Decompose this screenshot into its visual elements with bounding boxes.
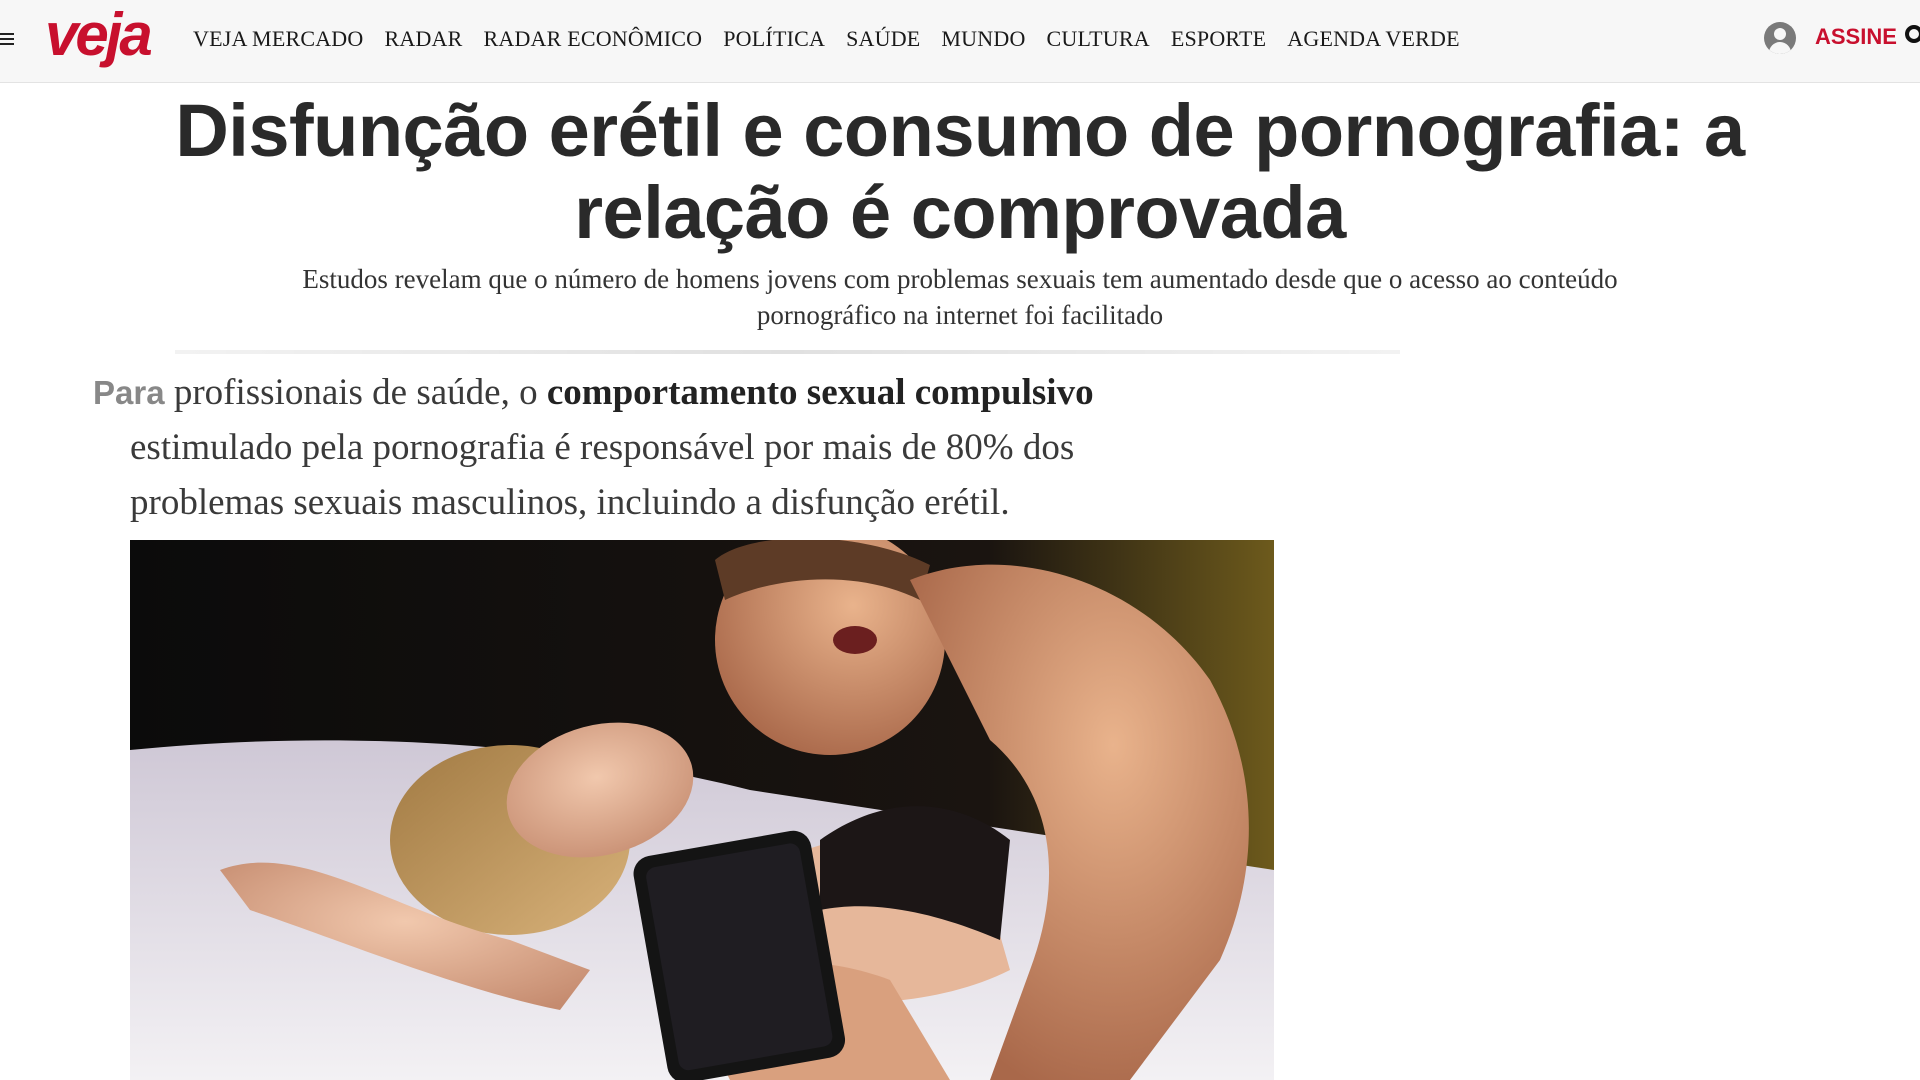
search-icon[interactable] [1905, 25, 1920, 43]
nav-item-agenda-verde[interactable]: AGENDA VERDE [1287, 26, 1460, 52]
paragraph-lead-word: Para [93, 374, 165, 411]
nav-item-saude[interactable]: SAÚDE [846, 26, 920, 52]
paragraph-line-1-text: profissionais de saúde, o [164, 372, 547, 413]
nav-item-mundo[interactable]: MUNDO [941, 26, 1025, 52]
hamburger-menu-icon[interactable] [0, 30, 14, 48]
article-paragraph: Para profissionais de saúde, o comportam… [93, 365, 1293, 530]
top-navigation-bar: veja VEJA MERCADO RADAR RADAR ECONÔMICO … [0, 0, 1920, 83]
divider [175, 350, 1400, 354]
user-account-icon[interactable] [1764, 22, 1796, 54]
nav-item-esporte[interactable]: ESPORTE [1171, 26, 1266, 52]
veja-logo[interactable]: veja [45, 0, 153, 70]
main-nav: VEJA MERCADO RADAR RADAR ECONÔMICO POLÍT… [193, 26, 1481, 52]
nav-item-cultura[interactable]: CULTURA [1047, 26, 1150, 52]
nav-item-radar-economico[interactable]: RADAR ECONÔMICO [484, 26, 703, 52]
article-subtitle: Estudos revelam que o número de homens j… [302, 264, 1618, 330]
nav-item-veja-mercado[interactable]: VEJA MERCADO [193, 26, 363, 52]
article-headline: Disfunção erétil e consumo de pornografi… [175, 89, 1745, 254]
nav-item-radar[interactable]: RADAR [384, 26, 462, 52]
paragraph-line-2: estimulado pela pornografia é responsáve… [130, 427, 1075, 468]
subscribe-button[interactable]: ASSINE [1815, 24, 1897, 50]
article-photo [130, 540, 1274, 1080]
paragraph-line-3: problemas sexuais masculinos, incluindo … [130, 482, 1010, 523]
nav-item-politica[interactable]: POLÍTICA [723, 26, 825, 52]
paragraph-line-1: Para profissionais de saúde, o comportam… [93, 365, 1293, 420]
paragraph-bold-link[interactable]: comportamento sexual compulsivo [547, 372, 1094, 413]
